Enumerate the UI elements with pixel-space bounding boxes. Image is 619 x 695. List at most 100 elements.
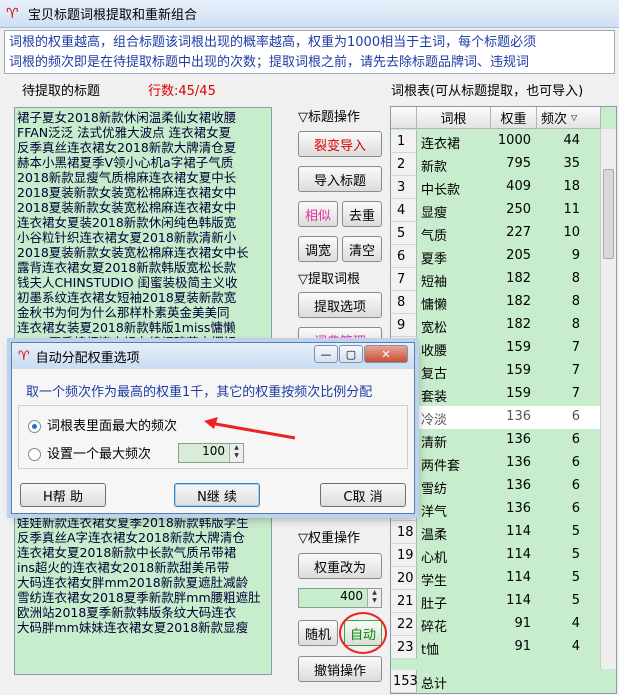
title-line: 2018新款显瘦气质棉麻连衣裙女夏中长: [17, 170, 237, 185]
header-corner: [391, 107, 417, 129]
title-line: 露背连衣裙女夏2018新款韩版宽松长款: [17, 260, 237, 275]
row-index: 5: [391, 222, 417, 245]
row-freq: 5: [571, 547, 580, 562]
row-word: 温柔: [421, 528, 448, 543]
import-titles-button[interactable]: 导入标题: [298, 166, 382, 192]
row-word: 气质: [421, 229, 448, 244]
title-line: 小谷粒针织连衣裙女夏2018新款清新小: [17, 230, 237, 245]
row-count: 行数:45/45: [148, 84, 216, 99]
header-weight[interactable]: 权重: [491, 107, 537, 129]
row-index: 1: [391, 130, 417, 153]
spin-arrows-icon[interactable]: ▲ ▼: [367, 589, 381, 607]
row-index: 19: [391, 544, 417, 567]
max-freq-input[interactable]: 100 ▲ ▼: [178, 443, 244, 463]
table-row[interactable]: 16雪纺1366: [391, 475, 616, 498]
row-freq: 4: [571, 616, 580, 631]
continue-button[interactable]: N继 续: [174, 483, 260, 507]
row-word: 心机: [421, 551, 448, 566]
row-index: 6: [391, 245, 417, 268]
title-line: 大码胖mm妹妹连衣裙女夏2018新款显瘦: [17, 620, 249, 635]
table-row[interactable]: 15两件套1366: [391, 452, 616, 475]
radio-empty-icon[interactable]: [28, 448, 41, 461]
row-word: 新款: [421, 160, 448, 175]
row-freq: 7: [571, 340, 580, 355]
table-row[interactable]: 5 气质 227 10: [391, 222, 616, 245]
table-row[interactable]: 8 慵懒 182 8: [391, 291, 616, 314]
dialog-description: 取一个频次作为最高的权重1千，其它的权重按频次比例分配: [26, 385, 373, 400]
undo-button[interactable]: 撤销操作: [298, 656, 382, 682]
row-word: 肚子: [421, 597, 448, 612]
table-row[interactable]: 4 显瘦 250 11: [391, 199, 616, 222]
fission-import-button[interactable]: 裂变导入: [298, 131, 382, 157]
table-row[interactable]: 13冷淡1366: [391, 406, 616, 429]
weight-value-input[interactable]: 400 ▲ ▼: [298, 588, 382, 608]
similar-button[interactable]: 相似: [298, 201, 338, 227]
table-row[interactable]: 19 心机 114 5: [391, 544, 616, 567]
row-weight: 182: [506, 317, 531, 332]
cancel-button[interactable]: C取 消: [320, 483, 406, 507]
extract-options-button[interactable]: 提取选项: [298, 292, 382, 318]
table-scrollbar[interactable]: [600, 129, 616, 669]
table-row[interactable]: 6 夏季 205 9: [391, 245, 616, 268]
section-title-ops: ▽标题操作: [298, 110, 360, 125]
maximize-icon[interactable]: ▢: [339, 345, 363, 363]
help-button[interactable]: H帮 助: [20, 483, 106, 507]
minimize-icon[interactable]: —: [314, 345, 338, 363]
title-line: 反季真丝A字连衣裙女2018新款大牌清仓: [17, 530, 245, 545]
row-index: 23: [391, 636, 417, 659]
row-weight: 250: [506, 202, 531, 217]
dedupe-button[interactable]: 去重: [342, 201, 382, 227]
max-freq-value: 100: [202, 444, 225, 458]
row-weight: 114: [506, 524, 531, 539]
table-row[interactable]: 14清新1366: [391, 429, 616, 452]
title-line: ins超火的连衣裙女2018新款甜美吊带: [17, 560, 230, 575]
row-index: 20: [391, 567, 417, 590]
row-weight: 1000: [497, 133, 531, 148]
max-freq-spin-icon[interactable]: ▲ ▼: [229, 444, 243, 462]
row-index: 3: [391, 176, 417, 199]
section-weight: ▽权重操作: [298, 531, 360, 546]
row-freq: 6: [571, 501, 580, 516]
weight-change-button[interactable]: 权重改为: [298, 553, 382, 579]
table-row[interactable]: 23 t恤 91 4: [391, 636, 616, 659]
table-row[interactable]: 21 肚子 114 5: [391, 590, 616, 613]
title-line: 欧洲站2018夏季新款韩版条纹大码连衣: [17, 605, 237, 620]
option-custom-max[interactable]: 设置一个最大频次: [28, 443, 151, 462]
widen-button[interactable]: 调宽: [298, 236, 338, 262]
table-row[interactable]: 2 新款 795 35: [391, 153, 616, 176]
table-row[interactable]: 3 中长款 409 18: [391, 176, 616, 199]
scrollbar-thumb[interactable]: [603, 169, 614, 259]
clear-button[interactable]: 清空: [342, 236, 382, 262]
option-table-max[interactable]: 词根表里面最大的频次: [28, 415, 177, 434]
title-bar: ♈ 宝贝标题词根提取和重新组合: [0, 0, 619, 28]
table-row[interactable]: 7 短袖 182 8: [391, 268, 616, 291]
row-freq: 18: [563, 179, 580, 194]
title-line: 初墨系纹连衣裙女短袖2018夏装新款宽: [17, 290, 237, 305]
row-freq: 5: [571, 524, 580, 539]
table-row[interactable]: 18 温柔 114 5: [391, 521, 616, 544]
keyword-table[interactable]: 词根 权重 频次 ▽ 1 连衣裙 1000 4 4 2 新款 795 35 3 中长款 409 18 4 显瘦…: [390, 106, 617, 694]
row-word: 复古: [421, 367, 448, 382]
table-row[interactable]: 10收腰1597: [391, 337, 616, 360]
table-row[interactable]: 9 宽松 182 8: [391, 314, 616, 337]
row-word: 碎花: [421, 620, 448, 635]
row-freq: 10: [563, 225, 580, 240]
table-row[interactable]: 22 碎花 91 4: [391, 613, 616, 636]
table-row[interactable]: 12套装1597: [391, 383, 616, 406]
row-index: 4: [391, 199, 417, 222]
table-row[interactable]: 17洋气1366: [391, 498, 616, 521]
row-freq: 5: [571, 570, 580, 585]
close-icon[interactable]: ✕: [364, 345, 408, 363]
app-logo-icon: ♈: [6, 5, 19, 22]
row-word: 连衣裙: [421, 137, 461, 152]
row-weight: 91: [514, 639, 531, 654]
radio-selected-icon[interactable]: [28, 420, 41, 433]
table-row[interactable]: 1 连衣裙 1000 44: [391, 130, 616, 153]
dialog-logo-icon: ♈: [18, 348, 30, 364]
header-word[interactable]: 词根: [417, 107, 491, 129]
random-button[interactable]: 随机: [298, 620, 338, 646]
header-freq[interactable]: 频次 ▽: [537, 107, 601, 129]
table-row[interactable]: 20 学生 114 5: [391, 567, 616, 590]
row-word: 清新: [421, 436, 448, 451]
table-row[interactable]: 11复古1597: [391, 360, 616, 383]
